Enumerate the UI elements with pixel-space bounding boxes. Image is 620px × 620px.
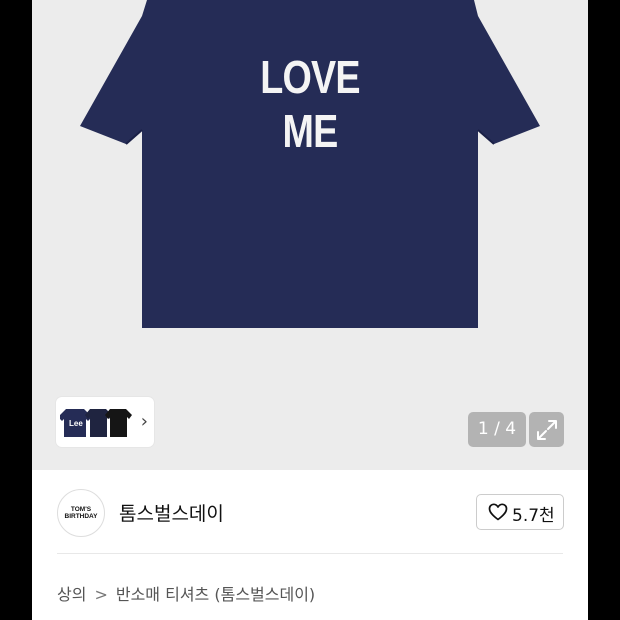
- shirt-print-text: LOVE ME: [260, 51, 360, 157]
- thumbnail-strip[interactable]: Lee ›: [56, 397, 154, 447]
- divider: [57, 553, 563, 554]
- thumbnail-logo: Lee: [69, 419, 83, 428]
- breadcrumb-category[interactable]: 상의: [57, 585, 86, 604]
- expand-button[interactable]: [529, 412, 564, 447]
- expand-icon: [537, 420, 557, 440]
- product-screen: LOVE ME Lee › 1 / 4 TOM'S BIRTHDAY 톰스벌스데…: [32, 0, 588, 620]
- svg-text:BIRTHDAY: BIRTHDAY: [65, 513, 99, 520]
- seller-row[interactable]: TOM'S BIRTHDAY 톰스벌스데이 5.7천: [32, 470, 588, 554]
- product-gallery[interactable]: LOVE ME Lee › 1 / 4: [32, 0, 588, 470]
- seller-avatar[interactable]: TOM'S BIRTHDAY: [57, 489, 105, 537]
- breadcrumb-subcategory[interactable]: 반소매 티셔츠 (톰스벌스데이): [116, 585, 315, 604]
- svg-text:TOM'S: TOM'S: [71, 506, 92, 513]
- like-button[interactable]: 5.7천: [476, 494, 564, 530]
- like-count: 5.7천: [512, 506, 555, 526]
- breadcrumb: 상의 > 반소매 티셔츠 (톰스벌스데이): [57, 581, 315, 605]
- image-page-counter: 1 / 4: [468, 412, 526, 447]
- seller-logo-icon: TOM'S BIRTHDAY: [65, 506, 99, 520]
- chevron-right-icon[interactable]: ›: [141, 411, 148, 432]
- heart-icon: [488, 503, 508, 521]
- thumbnail-images: Lee: [60, 409, 132, 437]
- seller-name[interactable]: 톰스벌스데이: [119, 499, 224, 526]
- breadcrumb-separator: >: [94, 585, 108, 604]
